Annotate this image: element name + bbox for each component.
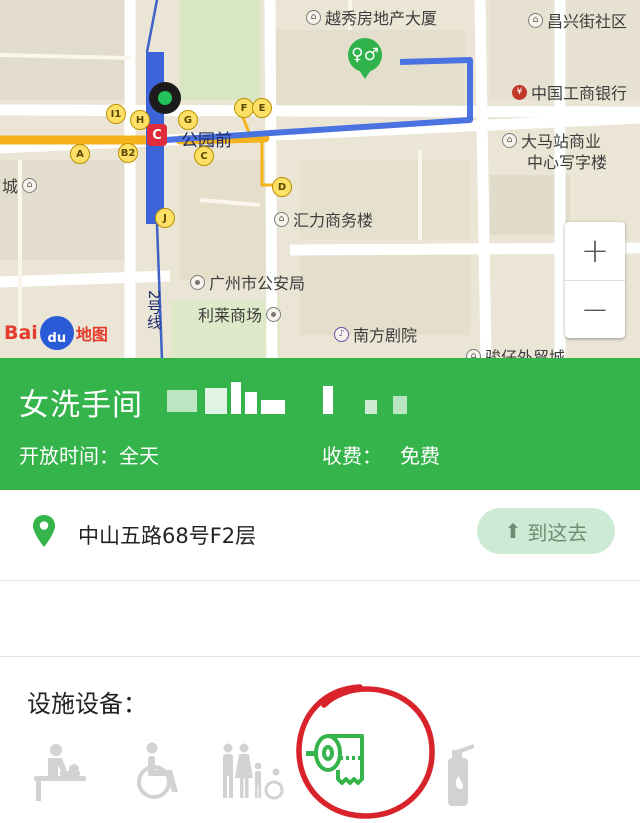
subway-exit-badge[interactable]: I1 — [106, 104, 126, 124]
baidu-map-logo: Bai du 地图 — [4, 316, 108, 350]
baby-changing-icon — [34, 744, 86, 801]
metro-station-icon[interactable]: C — [147, 124, 167, 146]
poi-label: 中心写字楼 — [527, 153, 608, 172]
poi-label: 昌兴街社区 — [547, 12, 628, 31]
address-row: 中山五路68号F2层 ⬆ 到这去 — [0, 490, 640, 581]
map-poi[interactable]: ¥ 中国工商银行 — [512, 80, 627, 104]
zoom-controls: + − — [565, 222, 625, 338]
navigate-label: 到这去 — [527, 520, 588, 545]
location-pin-icon — [33, 515, 55, 547]
poi-info-panel: 女洗手间 开放时间：全天 收费： 免费 — [0, 358, 640, 490]
building-icon: ⌂ — [306, 9, 321, 25]
poi-label: 广州市公安局 — [209, 274, 306, 293]
map-poi[interactable]: ⌂ 越秀房地产大厦 — [306, 5, 437, 29]
music-note-icon: ♪ — [334, 326, 349, 342]
poi-label: 利莱商场 — [198, 306, 263, 325]
fee-value: 免费 — [400, 444, 440, 468]
map-base — [0, 0, 640, 360]
bank-icon: ¥ — [512, 84, 527, 100]
poi-label: 城 — [2, 177, 19, 196]
map-poi[interactable]: ⌂ 昌兴街社区 — [528, 8, 627, 32]
redacted-text — [167, 382, 407, 414]
map-poi[interactable]: ⌂ 汇力商务楼 — [274, 207, 373, 231]
subway-exit-badge[interactable]: F — [234, 98, 254, 118]
facilities-title: 设施设备： — [27, 690, 147, 718]
poi-label: 越秀房地产大厦 — [325, 9, 438, 28]
zoom-out-button[interactable]: − — [565, 280, 625, 339]
start-location-pin-icon[interactable] — [149, 82, 181, 114]
paw-icon: du — [39, 316, 74, 350]
zoom-in-button[interactable]: + — [565, 222, 625, 280]
location-dot-icon — [190, 274, 205, 290]
map-poi[interactable]: 利莱商场 — [198, 302, 282, 326]
subway-exit-badge[interactable]: A — [70, 144, 90, 164]
facilities-section: 设施设备： — [0, 657, 640, 823]
building-icon: ⌂ — [502, 132, 517, 148]
highlight-circle-annotation — [296, 684, 435, 819]
poi-label: 南方剧院 — [353, 326, 418, 345]
metro-line-label: 2号线 — [145, 290, 163, 330]
subway-exit-badge[interactable]: D — [272, 177, 292, 197]
map-view[interactable]: ⌂ 越秀房地产大厦 ⌂ 昌兴街社区 ¥ 中国工商银行 ⌂ 大马站商业 中心写字楼… — [0, 0, 640, 360]
map-poi[interactable]: 广州市公安局 — [190, 270, 305, 294]
map-poi[interactable]: ♪ 南方剧院 — [334, 322, 417, 346]
navigate-button[interactable]: ⬆ 到这去 — [477, 508, 615, 554]
arrow-up-icon: ⬆ — [504, 519, 522, 543]
family-accessible-icon — [223, 743, 284, 800]
map-poi-sub: 中心写字楼 — [527, 149, 607, 173]
poi-name: 女洗手间 — [19, 388, 143, 423]
building-icon: ⌂ — [22, 177, 38, 193]
fee-label: 收费： — [322, 444, 382, 468]
poi-label: 汇力商务楼 — [293, 211, 374, 230]
toilet-pin-icon[interactable]: ♀♂ — [348, 38, 382, 79]
building-icon: ⌂ — [528, 12, 543, 28]
subway-exit-badge[interactable]: E — [252, 98, 272, 118]
opening-hours: 开放时间：全天 — [19, 444, 159, 468]
subway-exit-badge[interactable]: C — [194, 146, 214, 166]
fire-extinguisher-icon — [448, 744, 474, 806]
address-text: 中山五路68号F2层 — [78, 524, 257, 548]
wheelchair-icon — [137, 742, 178, 799]
empty-section — [0, 581, 640, 657]
map-poi[interactable]: 城 ⌂ — [2, 173, 38, 197]
subway-exit-badge[interactable]: B2 — [118, 143, 138, 163]
location-dot-icon — [266, 306, 282, 322]
building-icon: ⌂ — [274, 211, 289, 227]
subway-exit-badge[interactable]: G — [178, 110, 198, 130]
poi-label: 中国工商银行 — [531, 84, 628, 103]
subway-exit-badge[interactable]: J — [155, 208, 175, 228]
